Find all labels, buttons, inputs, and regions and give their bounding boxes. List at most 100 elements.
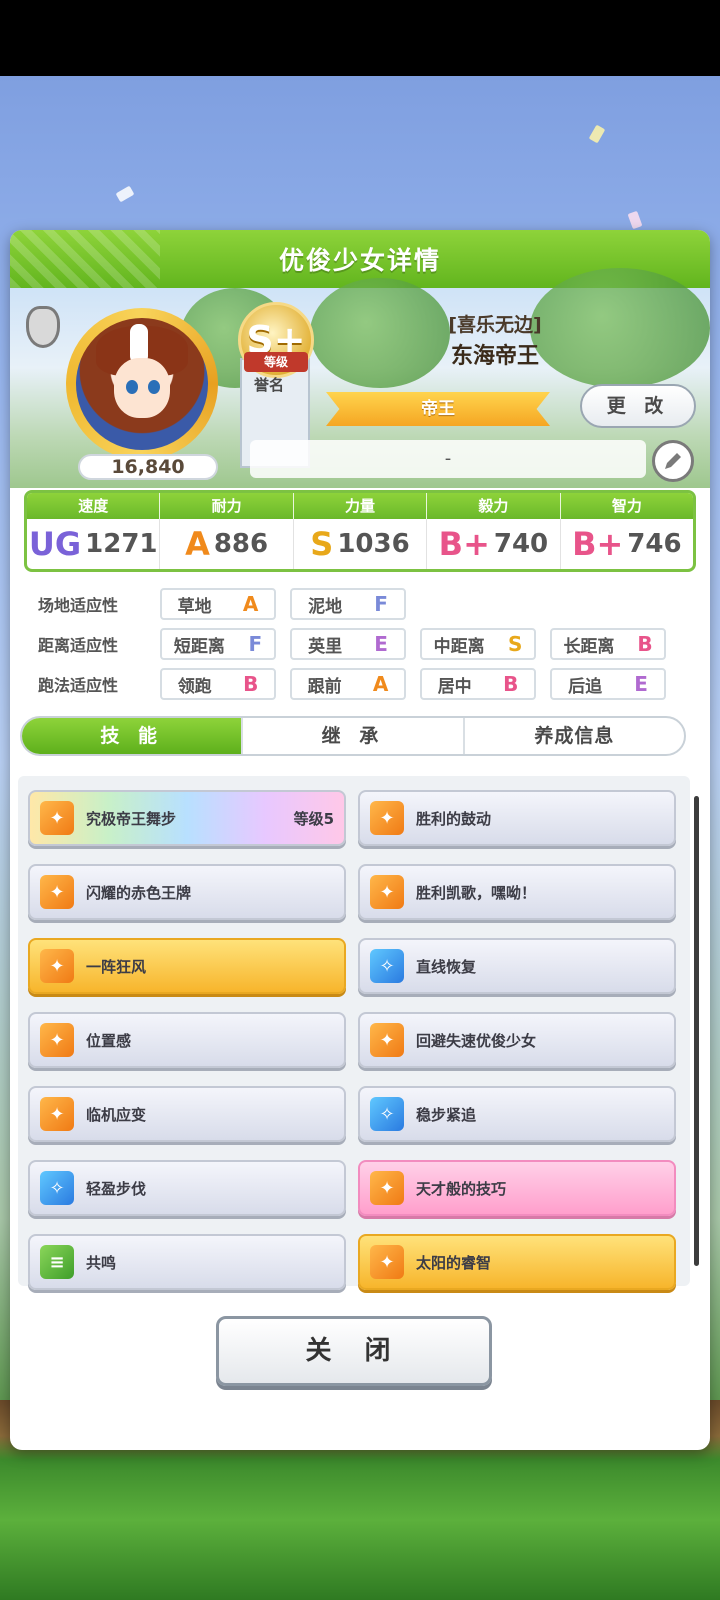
skill-icon: ✧: [370, 949, 404, 983]
skills-list[interactable]: ✦ 究极帝王舞步 等级5 ✦ 胜利的鼓动 ✦ 闪耀的赤色王牌 ✦ 胜利凯歌，嘿呦！ ✦ 一阵狂风 ✧ 直…: [18, 776, 690, 1290]
skill-item[interactable]: ✦ 闪耀的赤色王牌: [28, 864, 346, 920]
skill-icon: ✦: [40, 875, 74, 909]
aptitude-name: 泥地: [308, 596, 343, 617]
aptitude-label: 跑法适应性: [38, 676, 119, 695]
skill-name: 天才般的技巧: [416, 1179, 507, 1198]
skill-item[interactable]: ✦ 天才般的技巧: [358, 1160, 676, 1216]
stats-table: 速度 耐力 力量 毅力 智力 UG 1271 A 886 S 1036 B+ 740 B+ 746: [24, 490, 696, 572]
stat-grade: A: [185, 525, 210, 563]
tab-skills[interactable]: 技 能: [22, 718, 244, 754]
aptitude-box: 草地 A: [160, 588, 276, 620]
skill-icon: ✧: [370, 1097, 404, 1131]
stat-cell: B+ 740: [427, 519, 561, 569]
aptitude-name: 英里: [308, 636, 343, 657]
skill-item[interactable]: ✦ 一阵狂风: [28, 938, 346, 994]
stat-grade: UG: [28, 525, 82, 563]
skill-icon: ✦: [370, 1171, 404, 1205]
skill-name: 临机应变: [86, 1105, 147, 1124]
stat-cell: A 886: [160, 519, 294, 569]
epithet-banner: 帝王: [326, 392, 550, 426]
skill-item[interactable]: ✦ 太阳的睿智: [358, 1234, 676, 1290]
pencil-icon: [665, 453, 681, 469]
aptitude-name: 跟前: [307, 676, 342, 697]
stat-header-power: 力量: [294, 493, 428, 519]
aptitude-grade: A: [372, 672, 389, 696]
skill-item[interactable]: ✦ 胜利凯歌，嘿呦！: [358, 864, 676, 920]
stat-cell: UG 1271: [27, 519, 161, 569]
skill-icon: ✦: [370, 1245, 404, 1279]
skill-icon: ✦: [40, 1023, 74, 1057]
aptitude-box: 居中 B: [420, 668, 536, 700]
skill-item[interactable]: ✧ 轻盈步伐: [28, 1160, 346, 1216]
skill-item[interactable]: ✦ 回避失速优俊少女: [358, 1012, 676, 1068]
aptitude-box: 领跑 B: [160, 668, 276, 700]
skill-icon: ✦: [40, 949, 74, 983]
change-button[interactable]: 更 改: [580, 384, 696, 428]
aptitude-row: 场地适应性 草地 A 泥地 F: [38, 588, 688, 620]
stat-value: 886: [213, 529, 269, 559]
skill-item[interactable]: ✧ 直线恢复: [358, 938, 676, 994]
skill-item[interactable]: ✦ 胜利的鼓动: [358, 790, 676, 846]
skill-level: 等级5: [293, 809, 334, 828]
aptitude-box: 英里 E: [290, 628, 406, 660]
aptitude-row: 跑法适应性 领跑 B 跟前 A 居中 B 后追 E: [38, 668, 688, 700]
aptitude-name: 后追: [568, 676, 603, 697]
status-bar: [0, 0, 720, 76]
skill-name: 究极帝王舞步: [86, 809, 177, 828]
stat-grade: B+: [438, 525, 490, 563]
edit-button[interactable]: [652, 440, 694, 482]
skill-icon: ✦: [40, 801, 74, 835]
aptitude-grade: B: [243, 672, 259, 696]
aptitude-box: 短距离 F: [160, 628, 276, 660]
stat-cell: S 1036: [294, 519, 428, 569]
tab-training-info[interactable]: 养成信息: [465, 718, 684, 754]
skill-icon: ✦: [370, 875, 404, 909]
skill-item[interactable]: ≡ 共鸣: [28, 1234, 346, 1290]
stat-header-guts: 毅力: [427, 493, 561, 519]
character-name: 东海帝王: [450, 344, 539, 369]
skill-item[interactable]: ✧ 稳步紧追: [358, 1086, 676, 1142]
aptitude-grade: S: [507, 632, 523, 656]
skill-icon: ✦: [370, 801, 404, 835]
fan-count: 16,840: [78, 454, 218, 480]
confetti-piece: [115, 185, 135, 203]
skill-icon: ✧: [40, 1171, 74, 1205]
close-button[interactable]: 关 闭: [216, 1316, 492, 1386]
detail-panel: 优俊少女详情 16,840 S+ 等级 誉名 [喜乐无边] 东海帝王 帝王 更 …: [10, 230, 710, 1450]
stat-grade: S: [310, 525, 334, 563]
skill-name: 共鸣: [86, 1253, 117, 1272]
skill-name: 一阵狂风: [86, 957, 147, 976]
skill-icon: ≡: [40, 1245, 74, 1279]
skill-item[interactable]: ✦ 位置感: [28, 1012, 346, 1068]
stat-cell: B+ 746: [561, 519, 693, 569]
rank-ribbon: 等级: [244, 352, 308, 372]
skill-item[interactable]: ✦ 究极帝王舞步 等级5: [28, 790, 346, 846]
skill-name: 胜利的鼓动: [416, 809, 492, 828]
aptitude-name: 领跑: [177, 676, 212, 697]
aptitude-name: 居中: [437, 676, 472, 697]
skill-name: 直线恢复: [416, 957, 477, 976]
aptitude-box: 泥地 F: [290, 588, 406, 620]
skill-name: 胜利凯歌，嘿呦！: [416, 883, 537, 902]
aptitude-name: 中距离: [433, 636, 485, 657]
skill-name: 位置感: [86, 1031, 132, 1050]
aptitude-name: 长距离: [563, 636, 615, 657]
stat-value: 1271: [85, 529, 158, 559]
skill-name: 闪耀的赤色王牌: [86, 883, 192, 902]
skill-item[interactable]: ✦ 临机应变: [28, 1086, 346, 1142]
avatar: [76, 318, 208, 450]
stat-header-stamina: 耐力: [160, 493, 294, 519]
character-title: [喜乐无边]: [448, 314, 542, 336]
tab-inheritance[interactable]: 继 承: [243, 718, 465, 754]
carrot-icon[interactable]: [26, 306, 60, 348]
scrollbar[interactable]: [694, 796, 699, 1266]
aptitude-grade: F: [374, 592, 388, 616]
confetti-piece: [627, 210, 643, 230]
stat-header-wisdom: 智力: [611, 497, 642, 515]
aptitude-grade: E: [634, 672, 648, 696]
stat-value: 746: [627, 529, 682, 559]
stat-header-speed: 速度: [27, 493, 161, 519]
skill-name: 稳步紧追: [416, 1105, 477, 1124]
stat-value: 1036: [337, 529, 410, 559]
honor-label: 誉名: [254, 376, 285, 394]
